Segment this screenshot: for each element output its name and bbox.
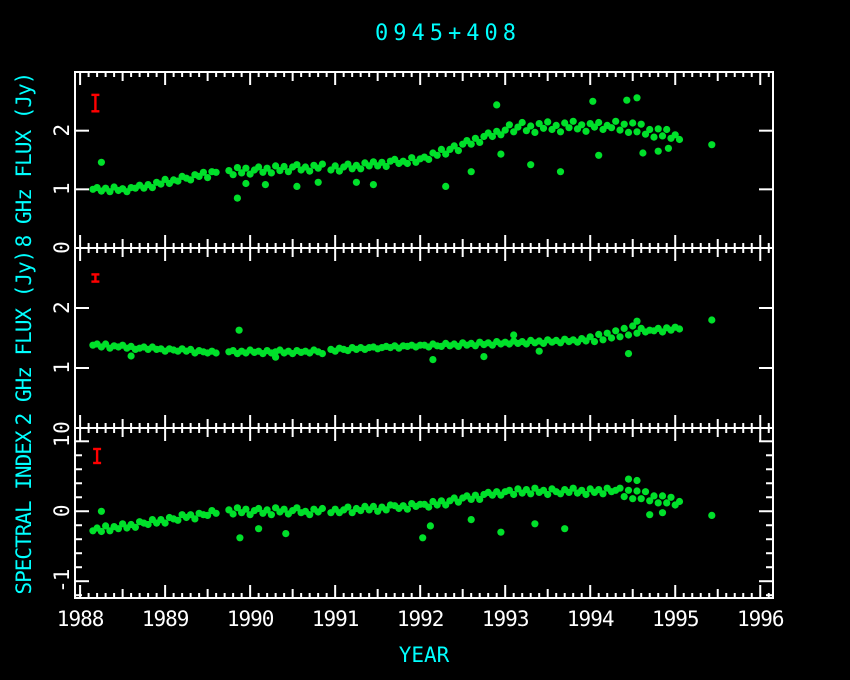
y-tick-label: 1 — [50, 362, 74, 374]
x-tick-label: 1995 — [652, 607, 699, 631]
y-tick-label: 1 — [50, 183, 74, 195]
x-tick-labels: 1988 1989 1990 1991 1992 1993 1994 1995 1996 — [57, 607, 784, 631]
y-axis-label-8ghz-flux: 8 GHz FLUX (Jy) — [12, 73, 36, 248]
x-tick-label: 1993 — [482, 607, 529, 631]
panel-flux_8ghz: 0 1 2 — [50, 72, 773, 254]
data-points — [89, 316, 715, 363]
panel-spectral_index: -1 0 1 — [50, 428, 773, 598]
x-tick-label: 1990 — [227, 607, 274, 631]
y-axis-label-spectral-index: SPECTRAL INDEX — [12, 431, 36, 594]
panel-flux_2ghz: 0 1 2 — [50, 248, 773, 434]
y-tick-label: 0 — [50, 505, 74, 517]
plot-area: 012012-101198819891990199119921993199419… — [0, 0, 850, 680]
x-tick-label: 1989 — [142, 607, 189, 631]
y-tick-label: 0 — [50, 242, 74, 254]
data-points — [89, 476, 715, 542]
x-axis-label: YEAR — [399, 643, 450, 667]
light-curve-figure: 0945+408 012012-101198819891990199119921… — [0, 0, 850, 680]
y-tick-label: 2 — [50, 125, 74, 137]
x-tick-label: 1994 — [567, 607, 614, 631]
error-bar-sample — [93, 449, 101, 463]
x-tick-label: 1988 — [57, 607, 104, 631]
x-tick-label: 1996 — [737, 607, 784, 631]
x-ticks — [80, 248, 769, 428]
x-tick-label: 1992 — [397, 607, 444, 631]
y-tick-label: 0 — [50, 422, 74, 434]
y-axis-label-2ghz-flux: 2 GHz FLUX (Jy) — [12, 251, 36, 426]
data-points — [89, 94, 715, 201]
error-bar-sample — [91, 274, 99, 281]
error-bar-sample — [91, 95, 99, 111]
y-ticks: 0 1 2 — [50, 125, 773, 254]
x-tick-label: 1991 — [312, 607, 359, 631]
y-tick-label: 2 — [50, 302, 74, 314]
y-tick-label: 1 — [50, 435, 74, 447]
y-tick-label: -1 — [50, 569, 74, 593]
y-ticks: 0 1 2 — [50, 302, 773, 434]
